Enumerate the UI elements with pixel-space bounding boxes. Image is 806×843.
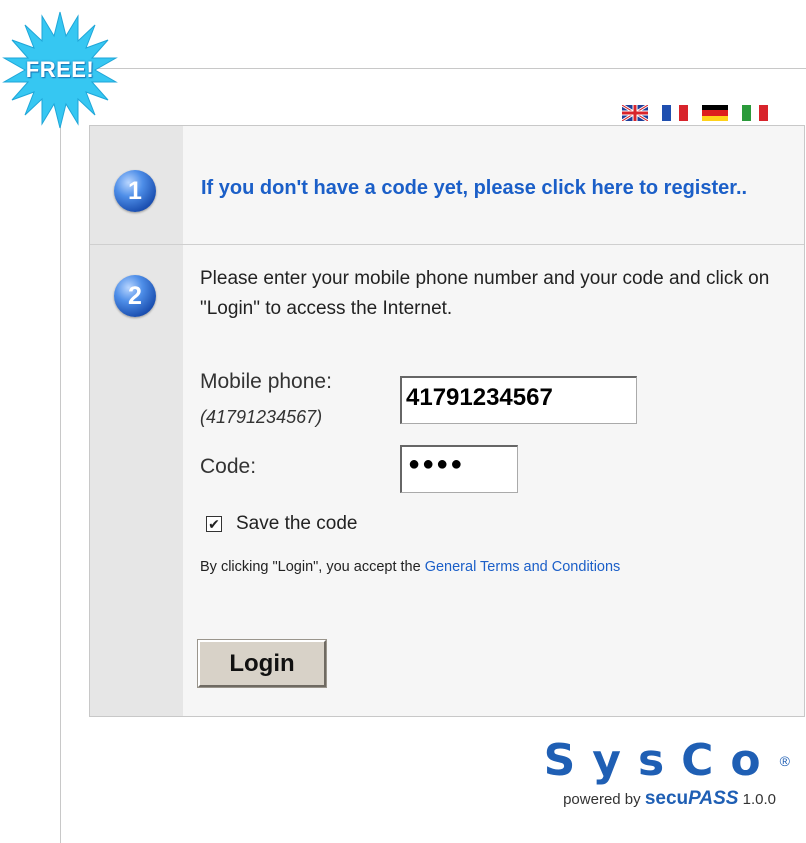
step-1-number: 1 <box>128 176 142 205</box>
footer-branding: SysCo ® powered by secuPASS 1.0.0 <box>472 735 790 810</box>
uk-flag-icon <box>622 105 648 121</box>
code-label: Code: <box>200 455 257 478</box>
terms-prefix: By clicking "Login", you accept the <box>200 559 425 575</box>
powered-by: powered by secuPASS 1.0.0 <box>472 788 790 810</box>
left-divider <box>60 68 61 843</box>
mobile-phone-input[interactable]: 41791234567 <box>400 376 637 424</box>
register-link[interactable]: If you don't have a code yet, please cli… <box>201 174 781 203</box>
step-divider <box>90 244 804 245</box>
flag-stripe <box>759 105 768 121</box>
flag-english[interactable] <box>622 105 648 121</box>
free-badge: FREE! <box>0 10 120 130</box>
step-1-icon: 1 <box>114 170 156 212</box>
top-divider <box>60 68 806 69</box>
secu-text: secu <box>644 788 689 809</box>
terms-link[interactable]: General Terms and Conditions <box>425 559 621 575</box>
login-button[interactable]: Login <box>198 640 326 687</box>
save-code-label[interactable]: Save the code <box>236 513 357 535</box>
language-selector <box>622 105 768 121</box>
step-gutter <box>90 126 183 716</box>
flag-stripe <box>742 105 751 121</box>
powered-by-label: powered by <box>563 791 645 808</box>
version-text: 1.0.0 <box>738 791 776 808</box>
terms-notice: By clicking "Login", you accept the Gene… <box>200 555 740 580</box>
flag-stripe <box>750 105 760 121</box>
code-input[interactable]: ●●●● <box>400 445 518 493</box>
flag-german[interactable] <box>702 105 728 121</box>
flag-stripe <box>679 105 688 121</box>
flag-stripe <box>662 105 671 121</box>
registered-mark: ® <box>779 752 790 769</box>
flag-french[interactable] <box>662 105 688 121</box>
mobile-phone-hint: (41791234567) <box>200 407 323 427</box>
pass-text: PASS <box>688 788 739 809</box>
step-2-number: 2 <box>128 281 142 310</box>
flag-stripe <box>702 115 728 121</box>
flag-stripe <box>670 105 680 121</box>
free-badge-label: FREE! <box>25 57 95 82</box>
save-code-checkbox[interactable]: ✔ <box>206 516 222 532</box>
mobile-phone-label: Mobile phone: <box>200 370 332 393</box>
flag-italian[interactable] <box>742 105 768 121</box>
save-code-row: ✔ Save the code <box>206 513 357 535</box>
logo-row: SysCo ® <box>472 735 790 786</box>
login-panel: 1 If you don't have a code yet, please c… <box>89 125 805 717</box>
sysco-logo: SysCo <box>543 735 778 786</box>
login-instructions: Please enter your mobile phone number an… <box>200 268 770 319</box>
step-2-icon: 2 <box>114 275 156 317</box>
